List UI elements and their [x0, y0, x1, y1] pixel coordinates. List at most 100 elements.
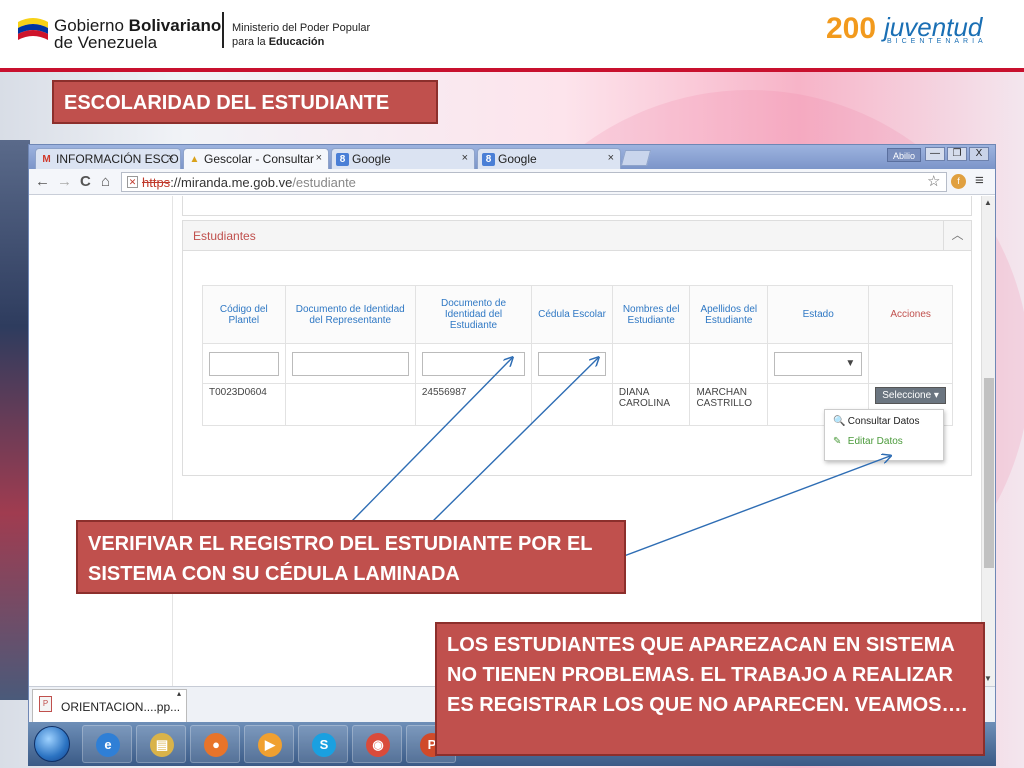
download-item[interactable]: P ORIENTACION....pp...	[32, 689, 187, 725]
browser-titlebar: M INFORMACIÓN ESCO × ▲ Gescolar - Consul…	[29, 145, 995, 169]
select-action-button[interactable]: Seleccione ▾	[875, 387, 946, 404]
students-table: Código del Plantel Documento de Identida…	[202, 285, 953, 426]
filter-cell	[202, 343, 286, 384]
new-tab-button[interactable]	[620, 150, 652, 166]
google-icon: 8	[482, 153, 495, 166]
home-icon[interactable]: ⌂	[101, 173, 110, 190]
cell-doc-representante	[284, 383, 416, 426]
skype-icon: S	[312, 733, 336, 757]
ministry-area: para la Educación	[232, 36, 325, 48]
scroll-thumb[interactable]	[984, 378, 994, 568]
url-scheme: https	[142, 175, 171, 190]
actions-dropdown-menu: 🔍 Consultar Datos ✎ Editar Datos	[824, 409, 944, 461]
extension-icon[interactable]: f	[951, 174, 966, 189]
column-header[interactable]: Estado	[767, 285, 870, 344]
decorative-photo-strip	[0, 140, 30, 700]
close-icon[interactable]: ×	[462, 152, 468, 164]
table-header-row: Código del Plantel Documento de Identida…	[202, 285, 953, 344]
cell-doc-estudiante: 24556987	[414, 383, 533, 426]
close-icon[interactable]: ×	[168, 152, 174, 164]
download-menu-icon[interactable]: ▴	[177, 689, 181, 698]
previous-panel-edge	[182, 196, 972, 216]
tab-label: Google	[352, 152, 391, 166]
url-path: /estudiante	[292, 175, 356, 190]
gescolar-icon: ▲	[189, 154, 200, 165]
windows-start-icon[interactable]	[34, 726, 70, 762]
close-icon[interactable]: ×	[316, 152, 322, 164]
taskbar-chrome[interactable]: ◉	[352, 725, 402, 763]
vertical-scrollbar[interactable]: ▲ ▼	[981, 196, 995, 686]
filter-cell	[414, 343, 533, 384]
back-icon[interactable]: ←	[35, 173, 50, 190]
venezuela-flag-icon	[18, 18, 48, 40]
filter-cell	[611, 343, 691, 384]
scroll-up-icon[interactable]: ▲	[984, 198, 992, 207]
taskbar-internet-explorer[interactable]: e	[82, 725, 132, 763]
taskbar-media-player[interactable]: ▶	[244, 725, 294, 763]
filter-doc-estudiante-input[interactable]	[421, 351, 526, 376]
minimize-button[interactable]: —	[925, 147, 945, 161]
filter-cedula-escolar-input[interactable]	[538, 351, 606, 376]
close-icon[interactable]: ×	[608, 152, 614, 164]
chevron-down-icon: ▼	[845, 357, 856, 369]
column-header[interactable]: Documento de Identidad del Estudiante	[414, 285, 533, 344]
filter-doc-representante-input[interactable]	[291, 351, 409, 376]
cell-codigo: T0023D0604	[202, 383, 286, 426]
close-window-button[interactable]: X	[969, 147, 989, 161]
filter-estado-select[interactable]: ▼	[774, 351, 863, 376]
collapse-chevron-icon[interactable]: ︿	[943, 221, 971, 250]
juventud-logo-subtitle: BICENTENARIA	[887, 38, 987, 45]
reload-icon[interactable]: C	[80, 173, 91, 190]
taskbar-firefox[interactable]: ●	[190, 725, 240, 763]
menu-item-label: Consultar Datos	[847, 416, 920, 427]
slide-header: Gobierno Bolivariano de Venezuela Minist…	[0, 0, 1024, 70]
download-filename: ORIENTACION....pp...	[61, 700, 181, 714]
scroll-down-icon[interactable]: ▼	[984, 674, 992, 683]
menu-item-label: Editar Datos	[847, 436, 903, 447]
callout-verify: VERIFIVAR EL REGISTRO DEL ESTUDIANTE POR…	[76, 520, 626, 594]
column-header[interactable]: Documento de Identidad del Representante	[284, 285, 416, 344]
filter-cell	[531, 343, 613, 384]
filter-codigo-input[interactable]	[209, 351, 279, 376]
cell-cedula-escolar	[531, 383, 613, 426]
powerpoint-file-icon: P	[39, 696, 52, 712]
magnifier-icon: 🔍	[833, 416, 846, 427]
restore-button[interactable]: ❐	[947, 147, 967, 161]
tab-google-2[interactable]: 8 Google ×	[477, 148, 621, 169]
government-country: de Venezuela	[54, 33, 158, 52]
chrome-icon: ◉	[366, 733, 390, 757]
ministry-name: Ministerio del Poder Popular	[232, 22, 371, 34]
header-red-line	[0, 68, 1024, 72]
tab-label: Google	[498, 152, 537, 166]
bookmark-star-icon[interactable]: ☆	[927, 172, 940, 190]
column-header[interactable]: Código del Plantel	[202, 285, 286, 344]
filter-row: ▼	[202, 343, 953, 384]
taskbar-file-explorer[interactable]: ▤	[136, 725, 186, 763]
filter-cell: ▼	[767, 343, 870, 384]
media-player-icon: ▶	[258, 733, 282, 757]
column-header[interactable]: Nombres del Estudiante	[611, 285, 691, 344]
tab-google-1[interactable]: 8 Google ×	[331, 148, 475, 169]
tab-gescolar[interactable]: ▲ Gescolar - Consultar ×	[183, 148, 329, 169]
url-host: ://miranda.me.gob.ve	[170, 175, 293, 190]
filter-cell	[868, 343, 953, 384]
gmail-icon: M	[42, 154, 51, 165]
window-user-badge[interactable]: Abilio	[887, 148, 921, 162]
column-header[interactable]: Apellidos del Estudiante	[689, 285, 769, 344]
filter-cell	[689, 343, 769, 384]
page-viewport: Estudiantes ︿ Código del Plantel Documen…	[29, 196, 981, 686]
folder-icon: ▤	[150, 733, 174, 757]
cell-apellidos: MARCHAN CASTRILLO	[689, 383, 769, 426]
column-header[interactable]: Cédula Escolar	[531, 285, 613, 344]
browser-menu-icon[interactable]: ≡	[975, 172, 984, 189]
insecure-lock-icon: ✕	[127, 176, 138, 188]
taskbar-skype[interactable]: S	[298, 725, 348, 763]
menu-item-consultar[interactable]: 🔍 Consultar Datos	[833, 416, 919, 434]
browser-toolbar: ← → C ⌂ ✕ https://miranda.me.gob.ve/estu…	[29, 169, 995, 195]
address-bar[interactable]: ✕ https://miranda.me.gob.ve/estudiante	[121, 172, 947, 192]
panel-title: Estudiantes	[183, 221, 971, 251]
callout-register: LOS ESTUDIANTES QUE APAREZACAN EN SISTEM…	[435, 622, 985, 756]
tab-informacion[interactable]: M INFORMACIÓN ESCO ×	[35, 148, 181, 169]
menu-item-editar[interactable]: ✎ Editar Datos	[833, 436, 903, 454]
forward-icon[interactable]: →	[57, 173, 72, 190]
